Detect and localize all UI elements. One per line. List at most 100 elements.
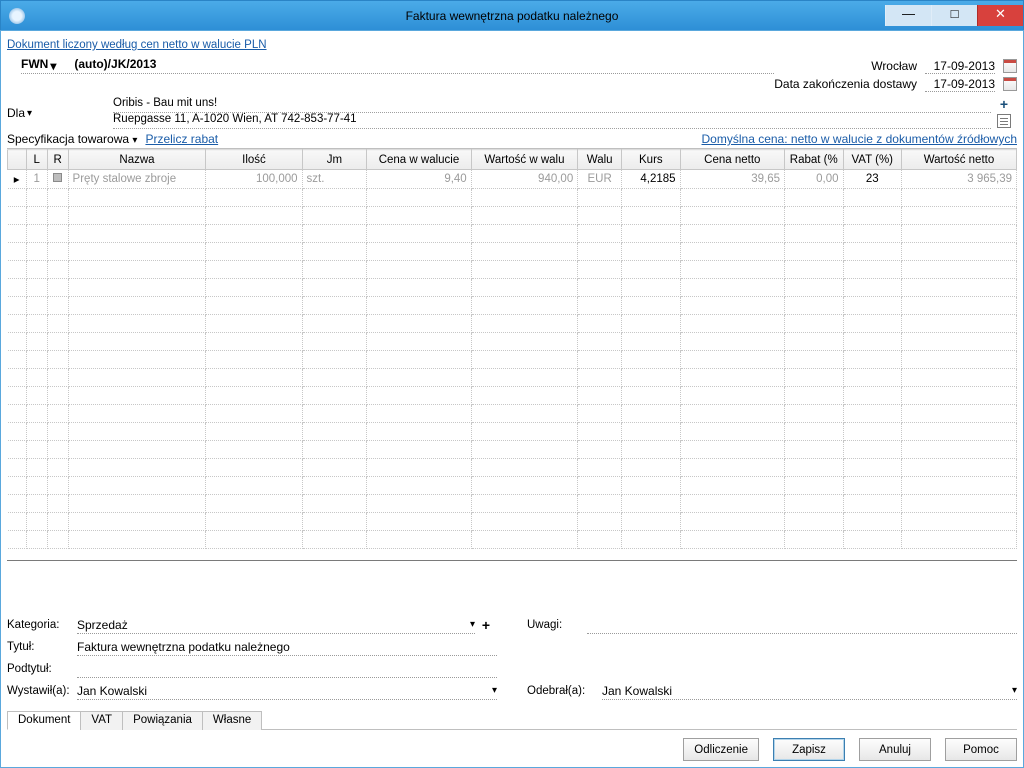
- cell-value_cur[interactable]: [471, 531, 578, 549]
- cell-discount[interactable]: [785, 207, 843, 225]
- cell-qty[interactable]: [206, 297, 302, 315]
- cell-jm[interactable]: [302, 495, 367, 513]
- cell-price_net[interactable]: [680, 387, 784, 405]
- cell-vat[interactable]: [843, 405, 901, 423]
- delivery-date[interactable]: 17-09-2013: [925, 77, 995, 92]
- cell-jm[interactable]: [302, 369, 367, 387]
- cell-rate[interactable]: [622, 477, 680, 495]
- cell-price_net[interactable]: [680, 405, 784, 423]
- cell-lp[interactable]: [26, 423, 47, 441]
- cell-price_cur[interactable]: [367, 405, 471, 423]
- cell-jm[interactable]: [302, 351, 367, 369]
- table-row[interactable]: [8, 459, 1017, 477]
- cell-rate[interactable]: [622, 315, 680, 333]
- table-row[interactable]: [8, 189, 1017, 207]
- cell-marker[interactable]: [8, 279, 27, 297]
- cell-value_cur[interactable]: [471, 315, 578, 333]
- cell-price_cur[interactable]: [367, 441, 471, 459]
- cell-price_cur[interactable]: [367, 531, 471, 549]
- col-price-net[interactable]: Cena netto: [680, 150, 784, 170]
- cell-qty[interactable]: [206, 225, 302, 243]
- cell-r[interactable]: [47, 477, 68, 495]
- table-row[interactable]: [8, 423, 1017, 441]
- add-category-icon[interactable]: +: [479, 617, 493, 633]
- table-row[interactable]: [8, 243, 1017, 261]
- cell-lp[interactable]: [26, 477, 47, 495]
- cell-discount[interactable]: [785, 459, 843, 477]
- cell-value_cur[interactable]: [471, 189, 578, 207]
- col-price-cur[interactable]: Cena w walucie: [367, 150, 471, 170]
- table-row[interactable]: [8, 477, 1017, 495]
- cell-name[interactable]: [68, 369, 206, 387]
- cell-value_cur[interactable]: [471, 333, 578, 351]
- chevron-down-icon[interactable]: ▾: [27, 108, 32, 119]
- col-rate[interactable]: Kurs: [622, 150, 680, 170]
- cell-cur[interactable]: [578, 513, 622, 531]
- cell-cur[interactable]: [578, 279, 622, 297]
- cell-cur[interactable]: [578, 369, 622, 387]
- cell-rate[interactable]: [622, 243, 680, 261]
- cell-cur[interactable]: [578, 243, 622, 261]
- cell-discount[interactable]: [785, 333, 843, 351]
- cell-name[interactable]: Pręty stalowe zbroje: [68, 170, 206, 189]
- cell-price_net[interactable]: [680, 351, 784, 369]
- cell-rate[interactable]: [622, 405, 680, 423]
- cell-jm[interactable]: [302, 243, 367, 261]
- cell-lp[interactable]: [26, 531, 47, 549]
- cell-jm[interactable]: [302, 207, 367, 225]
- cell-r[interactable]: [47, 351, 68, 369]
- cell-cur[interactable]: [578, 207, 622, 225]
- table-row[interactable]: [8, 369, 1017, 387]
- cell-vat[interactable]: [843, 369, 901, 387]
- cell-qty[interactable]: [206, 441, 302, 459]
- title-field[interactable]: Faktura wewnętrzna podatku należnego: [77, 638, 497, 656]
- cell-price_net[interactable]: [680, 531, 784, 549]
- cell-marker[interactable]: [8, 225, 27, 243]
- cell-value_cur[interactable]: 940,00: [471, 170, 578, 189]
- chevron-down-icon[interactable]: ▾: [492, 685, 497, 696]
- cell-price_cur[interactable]: 9,40: [367, 170, 471, 189]
- cell-value_net[interactable]: [901, 207, 1016, 225]
- cell-discount[interactable]: [785, 225, 843, 243]
- cell-value_net[interactable]: [901, 405, 1016, 423]
- cell-marker[interactable]: [8, 315, 27, 333]
- cell-marker[interactable]: [8, 369, 27, 387]
- cell-value_net[interactable]: [901, 441, 1016, 459]
- col-lp[interactable]: L: [26, 150, 47, 170]
- cell-jm[interactable]: [302, 261, 367, 279]
- cell-r[interactable]: [47, 207, 68, 225]
- table-row[interactable]: [8, 441, 1017, 459]
- items-table[interactable]: L R Nazwa Ilość Jm Cena w walucie Wartoś…: [7, 149, 1017, 549]
- cell-discount[interactable]: [785, 405, 843, 423]
- cell-lp[interactable]: [26, 297, 47, 315]
- cell-value_net[interactable]: [901, 225, 1016, 243]
- cell-marker[interactable]: [8, 387, 27, 405]
- cell-cur[interactable]: [578, 189, 622, 207]
- cell-jm[interactable]: [302, 315, 367, 333]
- cell-name[interactable]: [68, 459, 206, 477]
- cell-rate[interactable]: [622, 261, 680, 279]
- table-row[interactable]: [8, 495, 1017, 513]
- col-value-cur[interactable]: Wartość w walu: [471, 150, 578, 170]
- cell-value_cur[interactable]: [471, 369, 578, 387]
- cell-marker[interactable]: [8, 261, 27, 279]
- tab-vat[interactable]: VAT: [80, 711, 123, 730]
- cell-marker[interactable]: [8, 207, 27, 225]
- col-jm[interactable]: Jm: [302, 150, 367, 170]
- subtitle-field[interactable]: [77, 660, 497, 678]
- cell-value_cur[interactable]: [471, 459, 578, 477]
- cell-lp[interactable]: [26, 405, 47, 423]
- cell-vat[interactable]: 23: [843, 170, 901, 189]
- cell-price_cur[interactable]: [367, 387, 471, 405]
- cell-cur[interactable]: EUR: [578, 170, 622, 189]
- pricing-mode-link[interactable]: Dokument liczony według cen netto w walu…: [7, 39, 267, 51]
- cell-discount[interactable]: [785, 189, 843, 207]
- cell-cur[interactable]: [578, 261, 622, 279]
- cell-qty[interactable]: [206, 387, 302, 405]
- table-row[interactable]: [8, 531, 1017, 549]
- cell-qty[interactable]: [206, 351, 302, 369]
- cell-marker[interactable]: [8, 189, 27, 207]
- cell-marker[interactable]: [8, 423, 27, 441]
- cell-r[interactable]: [47, 387, 68, 405]
- cell-marker[interactable]: [8, 459, 27, 477]
